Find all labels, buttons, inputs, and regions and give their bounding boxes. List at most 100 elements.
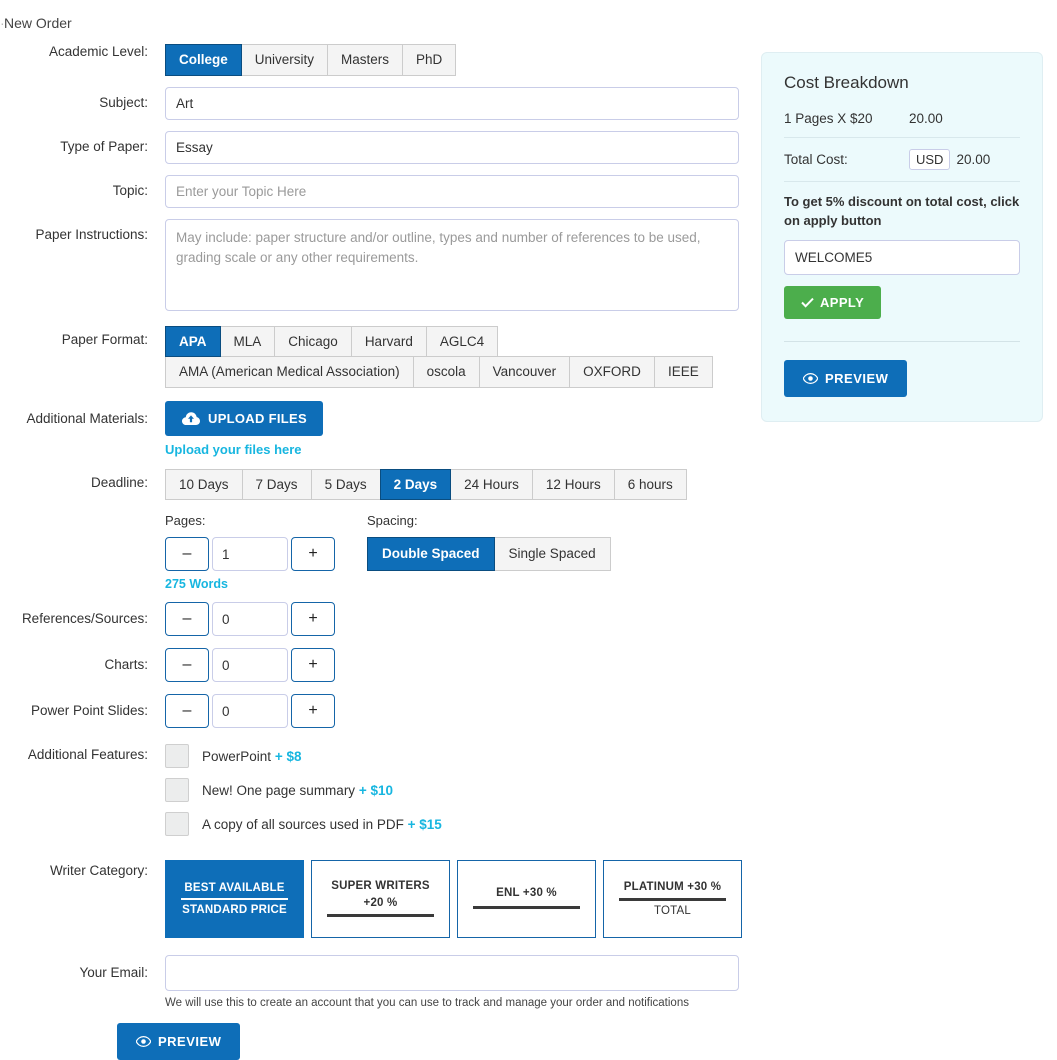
deadline-option-2-days[interactable]: 2 Days xyxy=(379,468,452,501)
eye-icon xyxy=(135,1036,152,1048)
paper-format-option-oscola[interactable]: oscola xyxy=(412,356,480,388)
eye-icon xyxy=(802,372,819,384)
slides-value-input[interactable] xyxy=(212,694,288,729)
deadline-option-12-hours[interactable]: 12 Hours xyxy=(531,468,615,501)
type-of-paper-input[interactable] xyxy=(165,130,739,164)
spacing-group: Double Spaced Single Spaced xyxy=(367,537,611,571)
charts-increment-button[interactable]: + xyxy=(291,648,335,683)
field-additional-materials: Additional Materials: UPLOAD FILES Uploa… xyxy=(0,400,750,457)
paper-format-option-mla[interactable]: MLA xyxy=(219,325,276,358)
references-stepper: – + xyxy=(165,602,750,637)
writer-card-platinum-top: PLATINUM +30 % xyxy=(623,881,722,894)
deadline-option-6-hours[interactable]: 6 hours xyxy=(613,468,687,501)
writer-card-best-available-top: BEST AVAILABLE xyxy=(184,881,285,894)
pages-increment-button[interactable]: + xyxy=(291,537,335,572)
preview-button-bottom[interactable]: PREVIEW xyxy=(117,1023,241,1060)
field-charts: Charts: – + xyxy=(0,648,750,683)
slides-label: Power Point Slides: xyxy=(30,703,148,719)
deadline-option-5-days[interactable]: 5 Days xyxy=(310,468,381,501)
writer-card-best-available[interactable]: BEST AVAILABLE STANDARD PRICE xyxy=(165,860,304,939)
currency-badge[interactable]: USD xyxy=(909,149,951,170)
email-input[interactable] xyxy=(165,955,739,992)
cost-line-item-label: 1 Pages X $20 xyxy=(784,111,873,126)
paper-format-label: Paper Format: xyxy=(61,331,148,347)
feature-price-sources-pdf: + $15 xyxy=(407,816,442,832)
academic-level-option-university[interactable]: University xyxy=(240,44,329,76)
field-topic: Topic: xyxy=(0,174,750,208)
spacing-label: Spacing: xyxy=(367,513,418,529)
field-pages-spacing: Pages: – + 275 Words Spacing: Double Spa… xyxy=(0,513,750,591)
references-increment-button[interactable]: + xyxy=(291,602,335,637)
feature-checkbox-one-page-summary[interactable] xyxy=(165,778,189,803)
deadline-option-10-days[interactable]: 10 Days xyxy=(165,468,243,501)
deadline-option-24-hours[interactable]: 24 Hours xyxy=(450,468,533,501)
paper-format-option-aglc4[interactable]: AGLC4 xyxy=(425,325,499,358)
feature-price-one-page-summary: + $10 xyxy=(358,782,393,798)
field-paper-instructions: Paper Instructions: xyxy=(0,218,750,314)
field-academic-level: Academic Level: College University Maste… xyxy=(0,44,750,76)
writer-card-rule xyxy=(618,897,727,901)
academic-level-option-phd[interactable]: PhD xyxy=(402,44,457,76)
field-preview-action: PREVIEW xyxy=(0,1023,750,1060)
field-type-of-paper: Type of Paper: xyxy=(0,130,750,164)
panel-divider xyxy=(784,340,1020,342)
new-order-form: Academic Level: College University Maste… xyxy=(0,44,750,1060)
writer-card-super-writers[interactable]: SUPER WRITERS +20 % xyxy=(311,860,450,939)
paper-format-option-oxford[interactable]: OXFORD xyxy=(569,356,655,388)
slides-increment-button[interactable]: + xyxy=(291,694,335,729)
charts-value-input[interactable] xyxy=(212,648,288,683)
total-cost-row: Total Cost: USD 20.00 xyxy=(784,149,1020,182)
preview-button-panel-label: PREVIEW xyxy=(825,370,889,386)
paper-format-option-harvard[interactable]: Harvard xyxy=(350,325,427,358)
topic-input[interactable] xyxy=(165,174,739,208)
email-note: We will use this to create an account th… xyxy=(165,997,689,1010)
academic-level-option-masters[interactable]: Masters xyxy=(327,44,404,76)
apply-promo-button[interactable]: APPLY xyxy=(784,285,882,319)
academic-level-option-college[interactable]: College xyxy=(165,44,242,76)
paper-format-group-row2: AMA (American Medical Association) oscol… xyxy=(165,356,750,388)
field-subject: Subject: xyxy=(0,86,750,120)
feature-price-powerpoint: + $8 xyxy=(274,748,302,764)
paper-format-option-ieee[interactable]: IEEE xyxy=(653,356,713,388)
pages-block: Pages: – + 275 Words xyxy=(165,513,367,591)
pages-decrement-button[interactable]: – xyxy=(165,537,209,572)
slides-decrement-button[interactable]: – xyxy=(165,694,209,729)
references-decrement-button[interactable]: – xyxy=(165,602,209,637)
pages-value-input[interactable] xyxy=(212,537,288,572)
paper-format-group-row1: APA MLA Chicago Harvard AGLC4 xyxy=(165,325,750,358)
subject-input[interactable] xyxy=(165,86,739,120)
topic-label: Topic: xyxy=(112,182,148,198)
field-additional-features: Additional Features: PowerPoint + $8 New… xyxy=(0,744,750,846)
paper-format-option-ama[interactable]: AMA (American Medical Association) xyxy=(165,356,414,388)
upload-files-button[interactable]: UPLOAD FILES xyxy=(165,400,323,436)
academic-level-label: Academic Level: xyxy=(48,44,148,59)
references-value-input[interactable] xyxy=(212,602,288,637)
paper-instructions-textarea[interactable] xyxy=(165,218,739,311)
total-cost-label: Total Cost: xyxy=(784,152,848,167)
charts-decrement-button[interactable]: – xyxy=(165,648,209,683)
writer-card-platinum[interactable]: PLATINUM +30 % TOTAL xyxy=(603,860,742,939)
paper-format-option-vancouver[interactable]: Vancouver xyxy=(478,356,571,388)
feature-row-one-page-summary: New! One page summary + $10 xyxy=(165,778,750,803)
writer-card-platinum-bottom: TOTAL xyxy=(654,904,691,917)
writer-card-enl[interactable]: ENL +30 % xyxy=(457,860,596,939)
field-references: References/Sources: – + xyxy=(0,602,750,637)
field-deadline: Deadline: 10 Days 7 Days 5 Days 2 Days 2… xyxy=(0,468,750,501)
promo-code-input[interactable] xyxy=(784,239,1020,275)
page-title: ·New Order xyxy=(0,15,72,31)
paper-format-option-chicago[interactable]: Chicago xyxy=(274,325,352,358)
deadline-label: Deadline: xyxy=(90,474,148,490)
deadline-option-7-days[interactable]: 7 Days xyxy=(241,468,312,501)
preview-button-panel[interactable]: PREVIEW xyxy=(784,359,908,397)
feature-checkbox-powerpoint[interactable] xyxy=(165,744,189,769)
feature-checkbox-sources-pdf[interactable] xyxy=(165,812,189,837)
paper-format-option-apa[interactable]: APA xyxy=(165,325,221,358)
words-count: 275 Words xyxy=(165,577,228,592)
writer-category-group: BEST AVAILABLE STANDARD PRICE SUPER WRIT… xyxy=(165,860,750,939)
deadline-group: 10 Days 7 Days 5 Days 2 Days 24 Hours 12… xyxy=(165,468,750,501)
spacing-option-double[interactable]: Double Spaced xyxy=(367,537,495,571)
preview-button-bottom-label: PREVIEW xyxy=(158,1034,222,1050)
apply-promo-label: APPLY xyxy=(820,294,865,310)
spacing-option-single[interactable]: Single Spaced xyxy=(493,537,611,571)
field-email: Your Email: We will use this to create a… xyxy=(0,955,750,1009)
